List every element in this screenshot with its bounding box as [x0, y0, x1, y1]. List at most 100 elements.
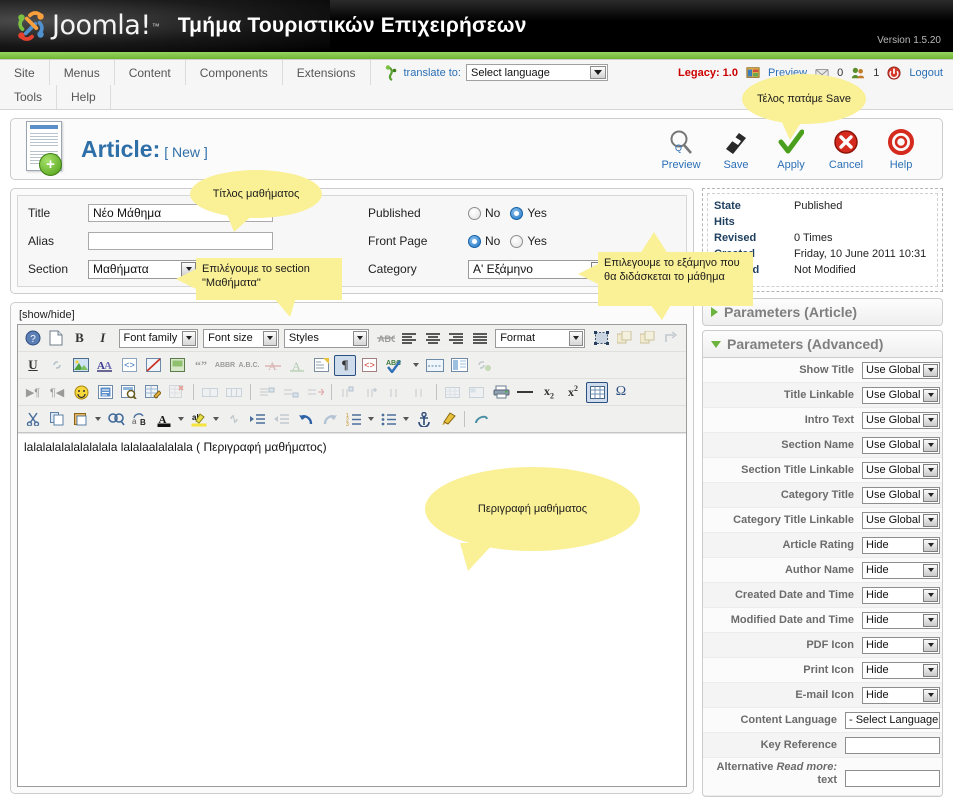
- delete-table-icon[interactable]: [166, 382, 188, 403]
- param-select-language[interactable]: - Select Language -: [845, 711, 940, 729]
- param-select[interactable]: Use Global: [862, 461, 940, 479]
- styles-select[interactable]: Styles: [283, 328, 370, 348]
- copy-icon[interactable]: [46, 409, 68, 430]
- menu-item-tools[interactable]: Tools: [0, 85, 58, 109]
- abbr-icon[interactable]: ABBR: [214, 355, 236, 376]
- ordered-list-dropdown-icon[interactable]: [368, 417, 374, 421]
- param-select[interactable]: Use Global: [862, 511, 940, 529]
- param-select[interactable]: Use Global: [862, 411, 940, 429]
- edit-table-icon[interactable]: [142, 382, 164, 403]
- ltr-icon[interactable]: ▶¶: [22, 382, 44, 403]
- underline-icon[interactable]: U: [22, 355, 44, 376]
- blockquote-icon[interactable]: “”: [190, 355, 212, 376]
- horizontal-rule-icon[interactable]: [424, 355, 446, 376]
- cleanup-icon[interactable]: [437, 409, 459, 430]
- highlight-icon[interactable]: ab: [188, 409, 210, 430]
- unordered-list-icon[interactable]: [378, 409, 400, 430]
- published-no-radio[interactable]: [468, 206, 481, 220]
- spellcheck-icon[interactable]: ABC: [382, 355, 410, 376]
- alias-input[interactable]: [88, 232, 273, 250]
- anchor-link-icon[interactable]: [472, 355, 494, 376]
- ordered-list-icon[interactable]: 123: [343, 409, 365, 430]
- delete-row-icon[interactable]: [385, 382, 407, 403]
- redo-icon[interactable]: [319, 409, 341, 430]
- emoticon-icon[interactable]: [70, 382, 92, 403]
- no-image-icon[interactable]: [142, 355, 164, 376]
- special-char-icon[interactable]: Ω: [610, 382, 632, 403]
- outdent-icon[interactable]: [271, 409, 293, 430]
- help-button[interactable]: Help: [876, 128, 926, 171]
- frontpage-no-radio[interactable]: [468, 234, 481, 248]
- param-select[interactable]: Hide: [862, 661, 940, 679]
- source-code-icon[interactable]: <>: [118, 355, 140, 376]
- save-button[interactable]: Save: [711, 128, 761, 171]
- logout-link[interactable]: Logout: [909, 67, 943, 79]
- bold-icon[interactable]: B: [69, 328, 90, 349]
- readmore-icon[interactable]: [166, 355, 188, 376]
- print-icon[interactable]: [490, 382, 512, 403]
- format-select[interactable]: Format: [495, 328, 585, 348]
- param-select[interactable]: Hide: [862, 536, 940, 554]
- help-icon[interactable]: ?: [22, 328, 43, 349]
- row-before-icon[interactable]: [280, 382, 302, 403]
- parameters-advanced-header[interactable]: Parameters (Advanced): [702, 330, 943, 358]
- split-cells-icon[interactable]: [223, 382, 245, 403]
- col-after-icon[interactable]: [361, 382, 383, 403]
- attributes-icon[interactable]: [310, 355, 332, 376]
- row-after-icon[interactable]: [304, 382, 326, 403]
- copy-layer-icon[interactable]: [614, 328, 635, 349]
- paste-icon[interactable]: [70, 409, 92, 430]
- indent-icon[interactable]: [247, 409, 269, 430]
- find-icon[interactable]: [105, 409, 127, 430]
- param-input-alt-readmore[interactable]: [845, 770, 940, 787]
- insert-node-icon[interactable]: [661, 328, 682, 349]
- unlink-icon[interactable]: [46, 355, 68, 376]
- ins-icon[interactable]: A: [286, 355, 308, 376]
- param-select[interactable]: Hide: [862, 561, 940, 579]
- table-cell-icon[interactable]: [466, 382, 488, 403]
- unordered-list-dropdown-icon[interactable]: [403, 417, 409, 421]
- del-icon[interactable]: A: [262, 355, 284, 376]
- undo-icon[interactable]: [295, 409, 317, 430]
- rtl-icon[interactable]: ¶◀: [46, 382, 68, 403]
- unlink2-icon[interactable]: [223, 409, 245, 430]
- table-icon[interactable]: [586, 381, 608, 403]
- paste-dropdown-icon[interactable]: [95, 417, 101, 421]
- subscript-icon[interactable]: x2: [538, 382, 560, 403]
- image-tree-icon[interactable]: [70, 355, 92, 376]
- italic-icon[interactable]: I: [92, 328, 113, 349]
- acronym-icon[interactable]: A.B.C.: [238, 355, 260, 376]
- frontpage-yes-radio[interactable]: [510, 234, 524, 248]
- media-icon[interactable]: [94, 382, 116, 403]
- superscript-icon[interactable]: x2: [562, 382, 584, 403]
- menu-item-extensions[interactable]: Extensions: [283, 60, 371, 85]
- param-select[interactable]: Hide: [862, 686, 940, 704]
- text-color-dropdown-icon[interactable]: [178, 417, 184, 421]
- param-select[interactable]: Hide: [862, 636, 940, 654]
- align-right-icon[interactable]: [445, 328, 466, 349]
- preview-button[interactable]: Q Preview: [656, 128, 706, 171]
- cut-icon[interactable]: [22, 409, 44, 430]
- font-family-select[interactable]: Font family: [118, 328, 199, 348]
- align-center-icon[interactable]: [422, 328, 443, 349]
- hr-icon[interactable]: [514, 382, 536, 403]
- strikethrough-icon[interactable]: ABC: [375, 328, 396, 349]
- merge-cells-icon[interactable]: [199, 382, 221, 403]
- new-document-icon[interactable]: [45, 328, 66, 349]
- param-select[interactable]: Use Global: [862, 386, 940, 404]
- code-red-icon[interactable]: <>: [358, 355, 380, 376]
- highlight-dropdown-icon[interactable]: [213, 417, 219, 421]
- showhide-toggle[interactable]: [show/hide]: [19, 309, 687, 321]
- param-select[interactable]: Use Global: [862, 436, 940, 454]
- delete-col-icon[interactable]: [409, 382, 431, 403]
- paragraph-marks-icon[interactable]: ¶: [334, 354, 356, 376]
- menu-item-help[interactable]: Help: [57, 85, 111, 109]
- image-placeholder-icon[interactable]: [591, 328, 612, 349]
- param-select[interactable]: Use Global: [862, 361, 940, 379]
- cancel-button[interactable]: Cancel: [821, 128, 871, 171]
- published-yes-radio[interactable]: [510, 206, 524, 220]
- menu-item-site[interactable]: Site: [0, 60, 50, 85]
- param-select[interactable]: Hide: [862, 611, 940, 629]
- align-justify-icon[interactable]: [469, 328, 490, 349]
- eraser-icon[interactable]: [470, 409, 492, 430]
